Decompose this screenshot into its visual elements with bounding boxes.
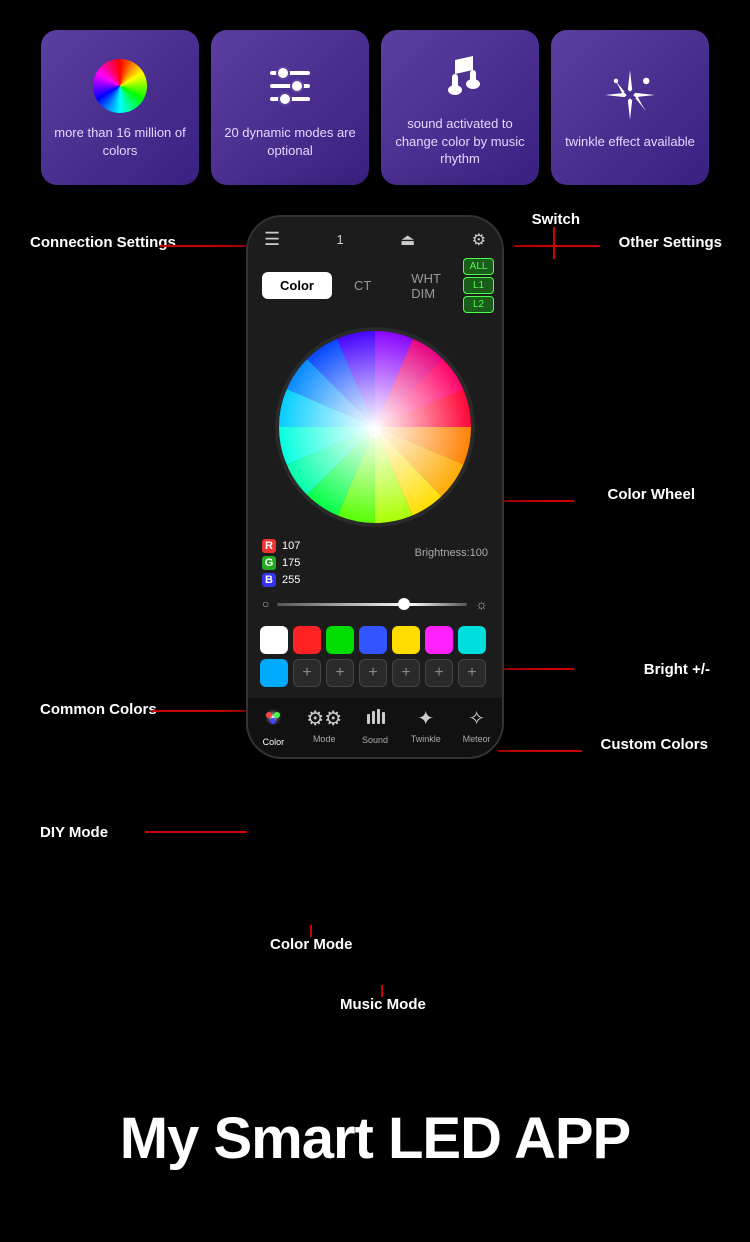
add-custom-2[interactable]: + (326, 659, 354, 687)
app-title: My Smart LED APP (0, 1085, 750, 1202)
connection-settings-icon[interactable]: ☰ (264, 229, 280, 250)
annotation-switch: Switch (532, 210, 580, 230)
annotation-other-settings: Other Settings (619, 233, 722, 253)
annotation-diy-mode: DIY Mode (40, 823, 108, 843)
b-label: B (262, 573, 276, 587)
feature-label-colors: more than 16 million of colors (51, 124, 189, 159)
r-label: R (262, 539, 276, 553)
zone-buttons: ALL L1 L2 (463, 258, 495, 313)
nav-mode[interactable]: ⚙⚙ Mode (299, 706, 350, 747)
tab-wht-dim[interactable]: WHT DIM (393, 265, 458, 307)
brightness-label: Brightness:100 (415, 547, 488, 559)
feature-card-modes: 20 dynamic modes are optional (211, 30, 369, 185)
device-number: 1 (337, 232, 344, 247)
color-wheel-svg[interactable] (275, 327, 475, 527)
tab-ct[interactable]: CT (336, 272, 389, 299)
main-annotated-area: ☰ 1 ⏏ ⚙ Color CT WHT DIM ALL L1 L2 (0, 205, 750, 925)
feature-card-twinkle: twinkle effect available (551, 30, 709, 185)
brightness-thumb[interactable] (398, 598, 410, 610)
nav-sound-label: Sound (362, 735, 388, 745)
swatch-white[interactable] (260, 626, 288, 654)
rgb-section: R 107 G 175 B 255 (248, 533, 502, 592)
zone-all-btn[interactable]: ALL (463, 258, 495, 275)
nav-meteor-label: Meteor (463, 734, 491, 744)
feature-label-sound: sound activated to change color by music… (391, 115, 529, 168)
swatch-red[interactable] (293, 626, 321, 654)
nav-sound[interactable]: Sound (350, 706, 401, 747)
g-value: 175 (282, 557, 300, 569)
annotation-custom-colors: Custom Colors (600, 735, 708, 755)
bottom-nav: Color ⚙⚙ Mode (248, 698, 502, 757)
nav-twinkle-icon: ✦ (417, 706, 434, 731)
custom-colors-row: + + + + + + (260, 659, 490, 687)
tab-color[interactable]: Color (262, 272, 332, 299)
nav-meteor-icon: ✧ (468, 706, 485, 731)
zone-l2-btn[interactable]: L2 (463, 296, 495, 313)
annotation-color-mode: Color Mode (270, 935, 353, 955)
feature-card-sound: sound activated to change color by music… (381, 30, 539, 185)
common-colors-row (260, 626, 490, 654)
annotation-music-mode: Music Mode (340, 995, 426, 1015)
nav-mode-icon: ⚙⚙ (306, 706, 342, 731)
nav-mode-label: Mode (313, 734, 336, 744)
add-custom-1[interactable]: + (293, 659, 321, 687)
nav-twinkle[interactable]: ✦ Twinkle (400, 706, 451, 747)
tabs-row: Color CT WHT DIM ALL L1 L2 (248, 258, 502, 321)
nav-sound-icon (365, 706, 385, 732)
g-label: G (262, 556, 276, 570)
swatch-blue[interactable] (359, 626, 387, 654)
add-custom-4[interactable]: + (392, 659, 420, 687)
sliders-icon (260, 56, 320, 116)
zone-l1-btn[interactable]: L1 (463, 277, 495, 294)
feature-cards-row: more than 16 million of colors 20 dynami… (0, 0, 750, 205)
bottom-annotations: Color Mode Music Mode (0, 925, 750, 1085)
power-switch-icon[interactable]: ⏏ (400, 230, 415, 250)
brightness-track[interactable] (277, 603, 467, 606)
phone-topbar: ☰ 1 ⏏ ⚙ (248, 217, 502, 258)
annotation-bright: Bright +/- (644, 660, 710, 680)
swatch-custom-cyan[interactable] (260, 659, 288, 687)
brightness-row[interactable]: ○ ☼ (248, 592, 502, 620)
phone-mockup: ☰ 1 ⏏ ⚙ Color CT WHT DIM ALL L1 L2 (246, 215, 504, 759)
music-note-icon (430, 47, 490, 107)
brightness-min-icon: ○ (262, 597, 269, 611)
annotation-color-wheel: Color Wheel (607, 485, 695, 505)
sparkle-icon (600, 65, 660, 125)
other-settings-icon[interactable]: ⚙ (472, 230, 486, 250)
add-custom-5[interactable]: + (425, 659, 453, 687)
r-value: 107 (282, 540, 300, 552)
nav-color-icon (262, 706, 284, 734)
colors-section: + + + + + + (248, 620, 502, 698)
swatch-green[interactable] (326, 626, 354, 654)
add-custom-3[interactable]: + (359, 659, 387, 687)
swatch-magenta[interactable] (425, 626, 453, 654)
nav-twinkle-label: Twinkle (411, 734, 441, 744)
annotation-common-colors: Common Colors (40, 700, 157, 720)
feature-label-modes: 20 dynamic modes are optional (221, 124, 359, 159)
nav-meteor[interactable]: ✧ Meteor (451, 706, 502, 747)
annotation-connection-settings: Connection Settings (30, 233, 176, 253)
feature-card-colors: more than 16 million of colors (41, 30, 199, 185)
feature-label-twinkle: twinkle effect available (565, 133, 695, 151)
nav-color[interactable]: Color (248, 706, 299, 747)
swatch-yellow[interactable] (392, 626, 420, 654)
brightness-max-icon: ☼ (475, 596, 488, 612)
color-wheel[interactable] (275, 327, 475, 527)
b-value: 255 (282, 574, 300, 586)
color-wheel-section[interactable] (248, 321, 502, 533)
nav-color-label: Color (263, 737, 285, 747)
color-wheel-icon (90, 56, 150, 116)
swatch-cyan[interactable] (458, 626, 486, 654)
add-custom-6[interactable]: + (458, 659, 486, 687)
